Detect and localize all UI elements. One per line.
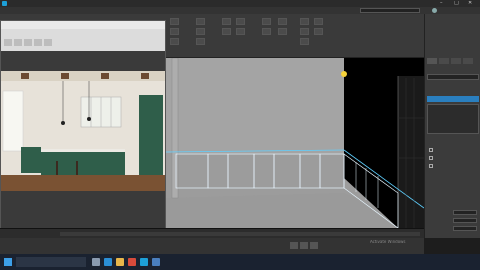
ribbon-button[interactable]	[170, 18, 179, 25]
menu-bar	[0, 7, 480, 14]
ribbon-button[interactable]	[262, 28, 271, 35]
search-input[interactable]	[360, 8, 420, 13]
3dsmax-icon[interactable]	[140, 258, 148, 266]
render-button[interactable]	[44, 39, 52, 46]
rollout-checkbox[interactable]	[429, 148, 433, 152]
app-logo-icon	[2, 1, 7, 6]
ribbon-button[interactable]	[170, 28, 179, 35]
taskview-icon[interactable]	[92, 258, 100, 266]
render-button[interactable]	[24, 39, 32, 46]
render-button[interactable]	[14, 39, 22, 46]
ribbon-button[interactable]	[278, 18, 287, 25]
title-bar: – □ ✕	[0, 0, 480, 7]
ribbon-button[interactable]	[262, 18, 271, 25]
max-window: – □ ✕ Activate Windows	[0, 0, 480, 270]
rollout-spinner[interactable]	[453, 226, 477, 231]
windows-start-icon[interactable]	[4, 258, 12, 266]
modifier-stack[interactable]	[427, 104, 479, 134]
minimize-button[interactable]: –	[440, 1, 443, 5]
rollout-checkbox[interactable]	[429, 164, 433, 168]
render-button[interactable]	[34, 39, 42, 46]
ribbon-button[interactable]	[300, 28, 309, 35]
ribbon-button[interactable]	[222, 18, 231, 25]
tab-hierarchy[interactable]	[451, 58, 461, 64]
close-button[interactable]: ✕	[468, 1, 472, 5]
tab-create[interactable]	[427, 58, 437, 64]
kitchen-render-image	[1, 51, 165, 235]
rollout-spinner[interactable]	[453, 218, 477, 223]
ribbon-button[interactable]	[196, 28, 205, 35]
maximize-button[interactable]: □	[454, 1, 459, 5]
ribbon-button[interactable]	[222, 28, 231, 35]
play-button[interactable]	[300, 242, 308, 249]
rollout-spinner[interactable]	[453, 210, 477, 215]
search-input[interactable]	[16, 257, 86, 267]
tab-motion[interactable]	[463, 58, 473, 64]
rollout-checkbox[interactable]	[429, 156, 433, 160]
user-avatar[interactable]	[432, 8, 437, 13]
next-frame-button[interactable]	[310, 242, 318, 249]
activate-windows-watermark: Activate Windows	[370, 240, 406, 244]
ribbon-button[interactable]	[196, 38, 205, 45]
timeline-track[interactable]	[60, 232, 420, 236]
render-window-title-bar	[1, 21, 165, 29]
perspective-viewport[interactable]	[166, 58, 424, 228]
tab-modify[interactable]	[439, 58, 449, 64]
render-button[interactable]	[4, 39, 12, 46]
command-panel	[424, 14, 480, 238]
windows-taskbar	[0, 254, 480, 270]
modifier-list-selected[interactable]	[427, 96, 479, 102]
edge-icon[interactable]	[104, 258, 112, 266]
viewport-scene	[166, 58, 424, 228]
render-toolbar	[1, 29, 165, 51]
timeline-slider[interactable]	[0, 228, 424, 238]
chrome-icon[interactable]	[128, 258, 136, 266]
store-icon[interactable]	[152, 258, 160, 266]
ribbon-button[interactable]	[196, 18, 205, 25]
render-frame-window[interactable]	[0, 20, 166, 236]
render-frame	[1, 51, 165, 235]
status-bar: Activate Windows	[0, 238, 424, 254]
ribbon-button[interactable]	[236, 28, 245, 35]
ribbon-button[interactable]	[300, 38, 309, 45]
prev-frame-button[interactable]	[290, 242, 298, 249]
ribbon-button[interactable]	[314, 28, 323, 35]
object-name-field[interactable]	[427, 74, 479, 80]
ribbon-button[interactable]	[236, 18, 245, 25]
ribbon-button[interactable]	[278, 28, 287, 35]
ribbon-button[interactable]	[314, 18, 323, 25]
file-explorer-icon[interactable]	[116, 258, 124, 266]
ribbon-button[interactable]	[300, 18, 309, 25]
ribbon-button[interactable]	[170, 38, 179, 45]
